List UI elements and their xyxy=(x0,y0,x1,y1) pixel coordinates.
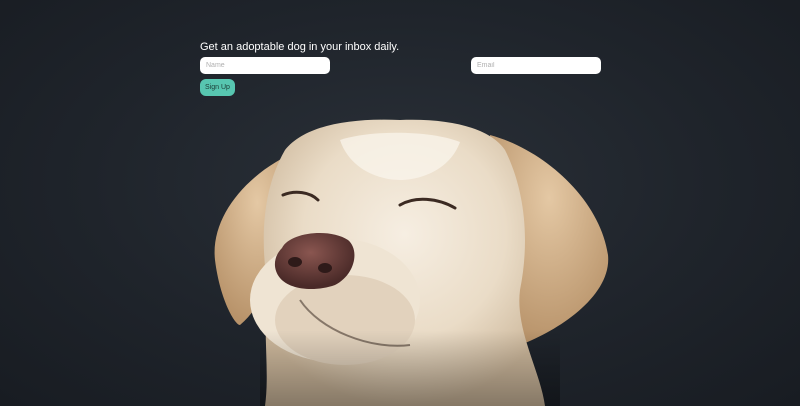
sign-up-button[interactable]: Sign Up xyxy=(200,79,235,96)
signup-heading: Get an adoptable dog in your inbox daily… xyxy=(200,41,400,53)
signup-form: Get an adoptable dog in your inbox daily… xyxy=(200,41,601,96)
email-field[interactable] xyxy=(471,57,601,74)
signup-fields xyxy=(200,57,601,76)
name-field[interactable] xyxy=(200,57,330,74)
